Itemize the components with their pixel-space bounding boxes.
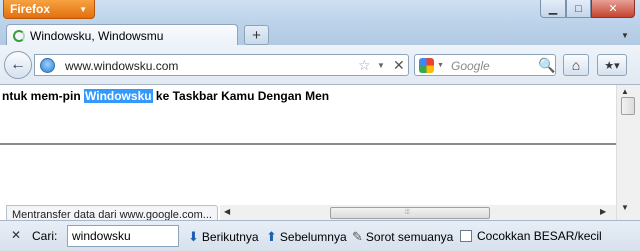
loading-spinner-icon (13, 29, 25, 42)
search-input[interactable]: Google (451, 59, 490, 73)
url-text[interactable]: www.windowsku.com (65, 59, 178, 73)
url-bar[interactable]: www.windowsku.com ☆ ▼ ✕ (34, 54, 409, 76)
scroll-right-icon[interactable]: ▶ (600, 207, 606, 216)
chevron-down-icon: ▼ (621, 30, 629, 40)
arrow-up-icon: ⬆ (266, 229, 277, 244)
match-case-label: Cocokkan BESAR/kecil (477, 229, 602, 243)
home-icon: ⌂ (571, 57, 581, 73)
scroll-left-icon[interactable]: ◀ (224, 207, 230, 216)
find-next-label: Berikutnya (201, 230, 259, 244)
find-next-button[interactable]: ⬇ Berikutnya (188, 229, 259, 245)
find-previous-button[interactable]: ⬆ Sebelumnya (266, 229, 347, 245)
search-bar[interactable]: ▼ Google 🔍 (414, 54, 556, 76)
close-icon[interactable]: ✕ (11, 228, 21, 242)
horizontal-scroll-thumb[interactable]: ⦙⦙⦙ (330, 207, 490, 219)
google-icon[interactable] (419, 58, 434, 73)
headline-text-after: ke Taskbar Kamu Dengan Men (152, 89, 330, 103)
vertical-scroll-thumb[interactable] (621, 97, 635, 115)
page-headline[interactable]: ntuk mem-pin Windowsku ke Taskbar Kamu D… (2, 89, 329, 103)
bookmark-star-icon[interactable]: ☆ (358, 57, 371, 74)
find-bar: ✕ Cari: ⬇ Berikutnya ⬆ Sebelumnya ✎ Soro… (0, 220, 640, 251)
headline-text-before: ntuk mem-pin (2, 89, 85, 103)
match-case-toggle[interactable]: Cocokkan BESAR/kecil (460, 229, 602, 243)
minimize-icon: ▁ (548, 3, 558, 15)
site-identity-icon[interactable] (40, 58, 55, 73)
stop-icon[interactable]: ✕ (393, 57, 405, 74)
minimize-button[interactable]: ▁ (540, 0, 566, 18)
scroll-down-icon[interactable]: ▼ (621, 203, 629, 212)
maximize-button[interactable]: □ (566, 0, 591, 18)
search-engine-dropdown-icon[interactable]: ▼ (437, 62, 444, 69)
find-label: Cari: (32, 229, 58, 243)
firefox-menu-button[interactable]: Firefox ▼ (3, 0, 95, 19)
close-window-button[interactable]: ✕ (591, 0, 635, 18)
highlight-all-button[interactable]: ✎ Sorot semuanya (352, 229, 453, 245)
grip-icon: ⦙⦙⦙ (405, 209, 410, 216)
find-previous-label: Sebelumnya (279, 230, 347, 244)
vertical-scrollbar[interactable]: ▲ ▼ (616, 85, 640, 231)
navigation-toolbar: ← www.windowsku.com ☆ ▼ ✕ ▼ Google 🔍 ⌂ ★… (0, 45, 640, 85)
back-arrow-icon: ← (10, 56, 26, 73)
bookmarks-button[interactable]: ★▾ (597, 54, 627, 76)
plus-icon: + (252, 26, 261, 44)
title-bar: Firefox ▼ ▁ □ ✕ (0, 0, 640, 22)
chevron-down-icon: ▼ (79, 4, 87, 14)
url-history-dropdown-icon[interactable]: ▼ (377, 61, 385, 70)
close-icon: ✕ (608, 3, 618, 15)
divider (0, 143, 616, 145)
new-tab-button[interactable]: + (244, 25, 269, 45)
match-case-checkbox[interactable] (460, 230, 472, 242)
tab-title: Windowsku, Windowsmu (30, 28, 164, 43)
scroll-up-icon[interactable]: ▲ (621, 87, 629, 96)
home-button[interactable]: ⌂ (563, 54, 589, 76)
horizontal-scrollbar[interactable]: ◀ ⦙⦙⦙ ▶ (220, 205, 616, 221)
arrow-down-icon: ⬇ (188, 229, 199, 244)
find-input[interactable] (67, 225, 179, 247)
firefox-menu-label: Firefox (10, 2, 51, 16)
highlighter-icon: ✎ (352, 229, 363, 244)
maximize-icon: □ (575, 2, 582, 15)
highlight-all-label: Sorot semuanya (365, 230, 454, 244)
bookmarks-icon: ★▾ (604, 59, 620, 72)
list-all-tabs-button[interactable]: ▼ (616, 27, 634, 43)
find-highlight: Windowsku (84, 89, 153, 103)
back-button[interactable]: ← (4, 51, 32, 79)
search-icon[interactable]: 🔍 (538, 57, 555, 74)
tab-strip: Windowsku, Windowsmu + ▼ (0, 22, 640, 46)
tab-windowsku[interactable]: Windowsku, Windowsmu (6, 24, 238, 46)
